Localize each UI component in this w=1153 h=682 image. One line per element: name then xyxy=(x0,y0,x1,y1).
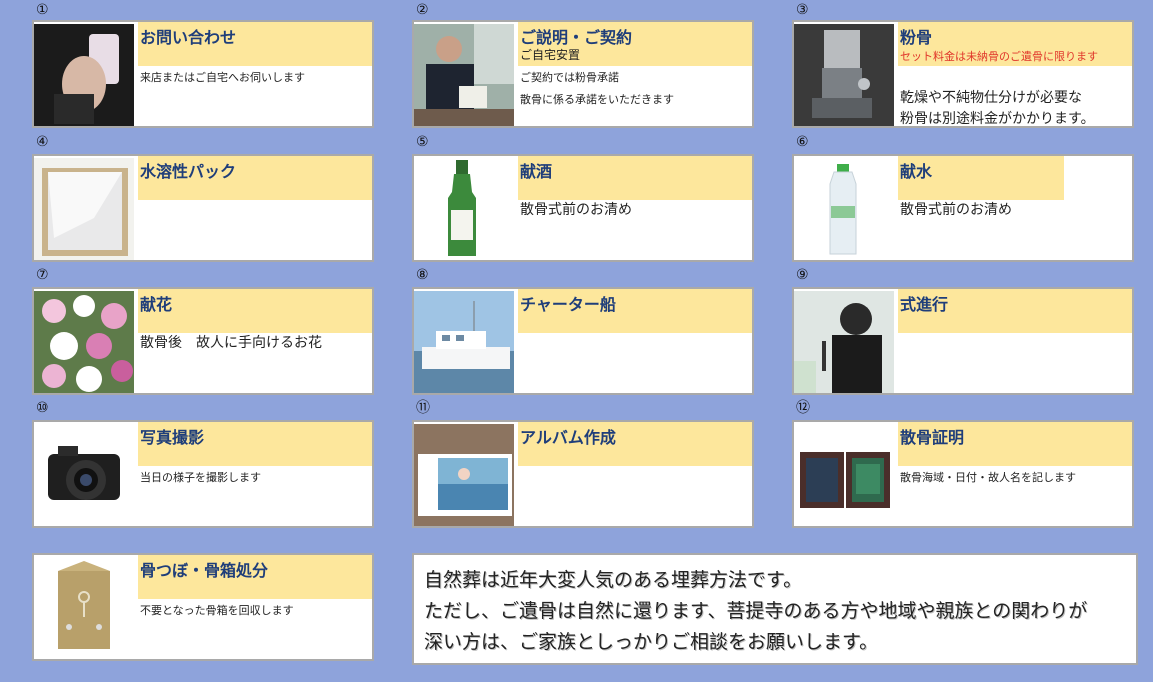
photo-album-photo xyxy=(414,424,514,526)
card-description: 乾燥や不純物仕分けが必要な xyxy=(900,90,1082,106)
info-line: 深い方は、ご家族としっかりご相談をお願いします。 xyxy=(424,631,879,653)
paper-box-photo xyxy=(34,158,134,260)
card-title: アルバム作成 xyxy=(520,428,616,447)
card-description: 散骨海域・日付・故人名を記します xyxy=(900,471,1076,484)
card-title: 献酒 xyxy=(520,162,553,181)
step-card-inquiry: お問い合わせ 来店またはご自宅へお伺いします xyxy=(32,20,374,128)
title-band xyxy=(518,156,752,200)
card-description: 不要となった骨箱を回収します xyxy=(140,604,294,617)
businessman-photo xyxy=(414,24,514,126)
step-card-certificate: 散骨証明 散骨海域・日付・故人名を記します xyxy=(792,420,1134,528)
card-title: ご説明・ご契約 xyxy=(520,28,633,47)
card-title: 写真撮影 xyxy=(140,428,205,447)
step-card-ceremony: 式進行 xyxy=(792,287,1134,395)
camera-photo xyxy=(34,424,134,526)
step-number: ① xyxy=(36,2,49,18)
certificate-frame-photo xyxy=(794,424,894,526)
step-number: ⑪ xyxy=(416,400,430,416)
card-description: 散骨後 故人に手向けるお花 xyxy=(140,335,322,351)
step-card-charter-boat: チャーター船 xyxy=(412,287,754,395)
step-card-flower-offering: 献花 散骨後 故人に手向けるお花 xyxy=(32,287,374,395)
card-description: 散骨に係る承諾をいただきます xyxy=(520,93,674,106)
card-subtitle: ご自宅安置 xyxy=(520,48,581,62)
ceremony-host-photo xyxy=(794,291,894,393)
card-description: ご契約では粉骨承諾 xyxy=(520,71,619,84)
sake-bottle-photo xyxy=(414,158,514,260)
step-card-sake-offering: 献酒 散骨式前のお清め xyxy=(412,154,754,262)
grinder-machine-photo xyxy=(794,24,894,126)
card-title: 式進行 xyxy=(900,295,949,314)
info-notice-box: 自然葬は近年大変人気のある埋葬方法です。 ただし、ご遺骨は自然に還ります、菩提寺… xyxy=(412,553,1138,665)
info-line: 自然葬は近年大変人気のある埋葬方法です。 xyxy=(424,569,803,591)
card-warning-text: セット料金は未納骨のご遺骨に限ります xyxy=(900,50,1098,63)
step-card-album: アルバム作成 xyxy=(412,420,754,528)
card-title: 献花 xyxy=(140,295,173,314)
step-number: ⑩ xyxy=(36,400,49,416)
card-title: お問い合わせ xyxy=(140,28,237,47)
water-bottle-photo xyxy=(794,158,894,260)
step-number: ③ xyxy=(796,2,809,18)
info-line: ただし、ご遺骨は自然に還ります、菩提寺のある方や地域や親族との関わりが xyxy=(424,600,1088,622)
card-description: 粉骨は別途料金がかかります。 xyxy=(900,111,1095,127)
card-title: 献水 xyxy=(900,162,933,181)
step-card-water-soluble-pack: 水溶性パック xyxy=(32,154,374,262)
step-number: ② xyxy=(416,2,429,18)
step-number: ⑦ xyxy=(36,267,49,283)
flowers-photo xyxy=(34,291,134,393)
step-card-urn-disposal: 骨つぼ・骨箱処分 不要となった骨箱を回収します xyxy=(32,553,374,661)
card-title: 水溶性パック xyxy=(140,162,237,181)
card-title: 散骨証明 xyxy=(900,428,965,447)
step-card-explanation: ご説明・ご契約 ご自宅安置 ご契約では粉骨承諾 散骨に係る承諾をいただきます xyxy=(412,20,754,128)
phone-hands-photo xyxy=(34,24,134,126)
card-description: 散骨式前のお清め xyxy=(900,202,1012,218)
card-description: 来店またはご自宅へお伺いします xyxy=(140,71,305,84)
charter-boat-photo xyxy=(414,291,514,393)
step-number: ⑨ xyxy=(796,267,809,283)
card-title: 骨つぼ・骨箱処分 xyxy=(140,561,269,580)
step-card-water-offering: 献水 散骨式前のお清め xyxy=(792,154,1134,262)
step-card-powdering: 粉骨 セット料金は未納骨のご遺骨に限ります 乾燥や不純物仕分けが必要な 粉骨は別… xyxy=(792,20,1134,128)
step-number: ⑧ xyxy=(416,267,429,283)
step-number: ④ xyxy=(36,134,49,150)
card-description: 当日の様子を撮影します xyxy=(140,471,261,484)
card-title: 粉骨 xyxy=(900,28,933,47)
title-band xyxy=(138,289,372,333)
step-card-photography: 写真撮影 当日の様子を撮影します xyxy=(32,420,374,528)
step-number: ⑥ xyxy=(796,134,809,150)
step-number: ⑫ xyxy=(796,400,810,416)
card-title: チャーター船 xyxy=(520,295,616,314)
step-number: ⑤ xyxy=(416,134,429,150)
card-description: 散骨式前のお清め xyxy=(520,202,632,218)
urn-box-photo xyxy=(34,557,134,659)
